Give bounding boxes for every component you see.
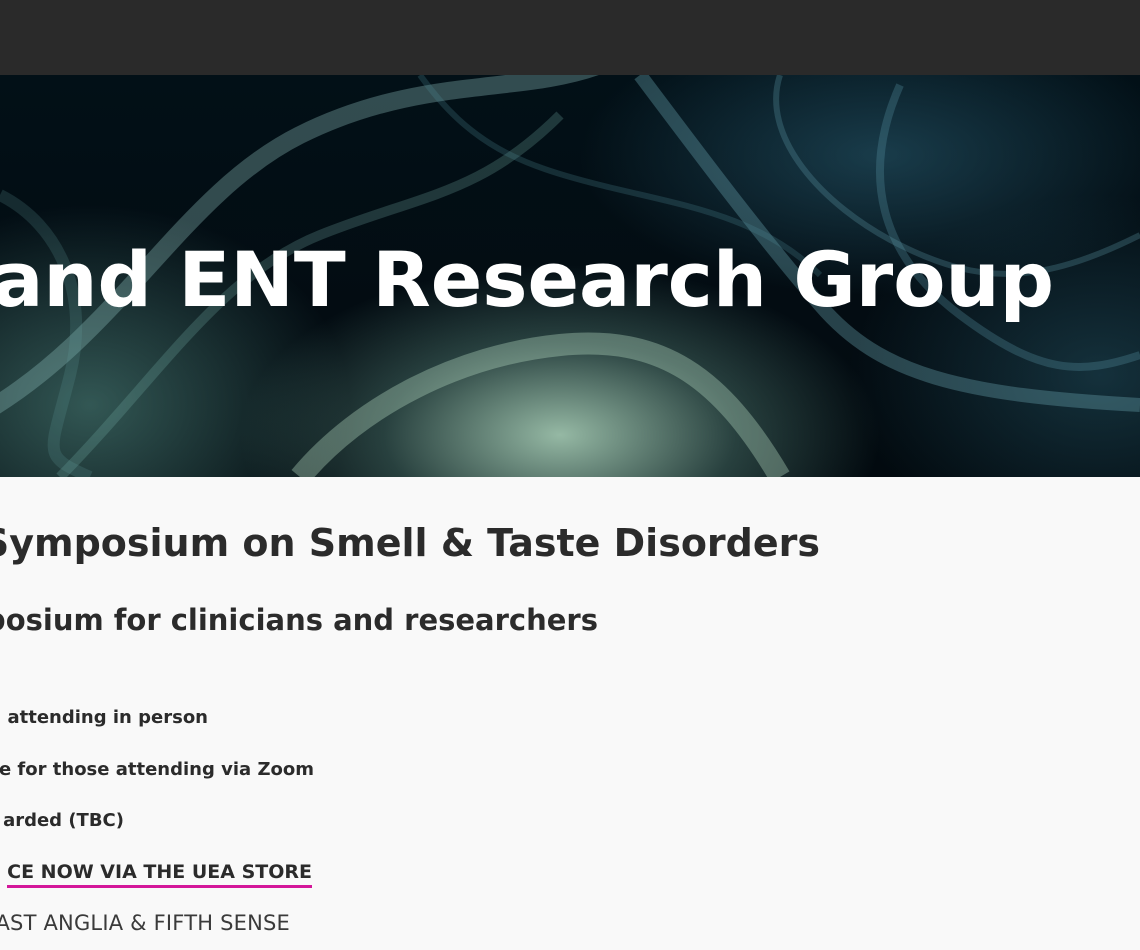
info-line-cpd: arded (TBC)	[3, 810, 124, 831]
book-place-link[interactable]: CE NOW VIA THE UEA STORE	[7, 860, 312, 888]
page-title: ogy and ENT Research Group	[0, 235, 1054, 324]
organisers-text: AST ANGLIA & FIFTH SENSE	[0, 911, 290, 935]
info-line-in-person: attending in person	[7, 707, 208, 728]
event-subheading: mposium for clinicians and researchers	[0, 603, 598, 637]
info-line-zoom: e for those attending via Zoom	[0, 759, 314, 780]
main-content: Symposium on Smell & Taste Disorders mpo…	[0, 477, 1140, 950]
event-heading: Symposium on Smell & Taste Disorders	[0, 521, 820, 565]
hero-title-container: ogy and ENT Research Group	[0, 225, 1140, 335]
hero-banner: ogy and ENT Research Group	[0, 75, 1140, 477]
top-navigation-bar	[0, 0, 1140, 75]
